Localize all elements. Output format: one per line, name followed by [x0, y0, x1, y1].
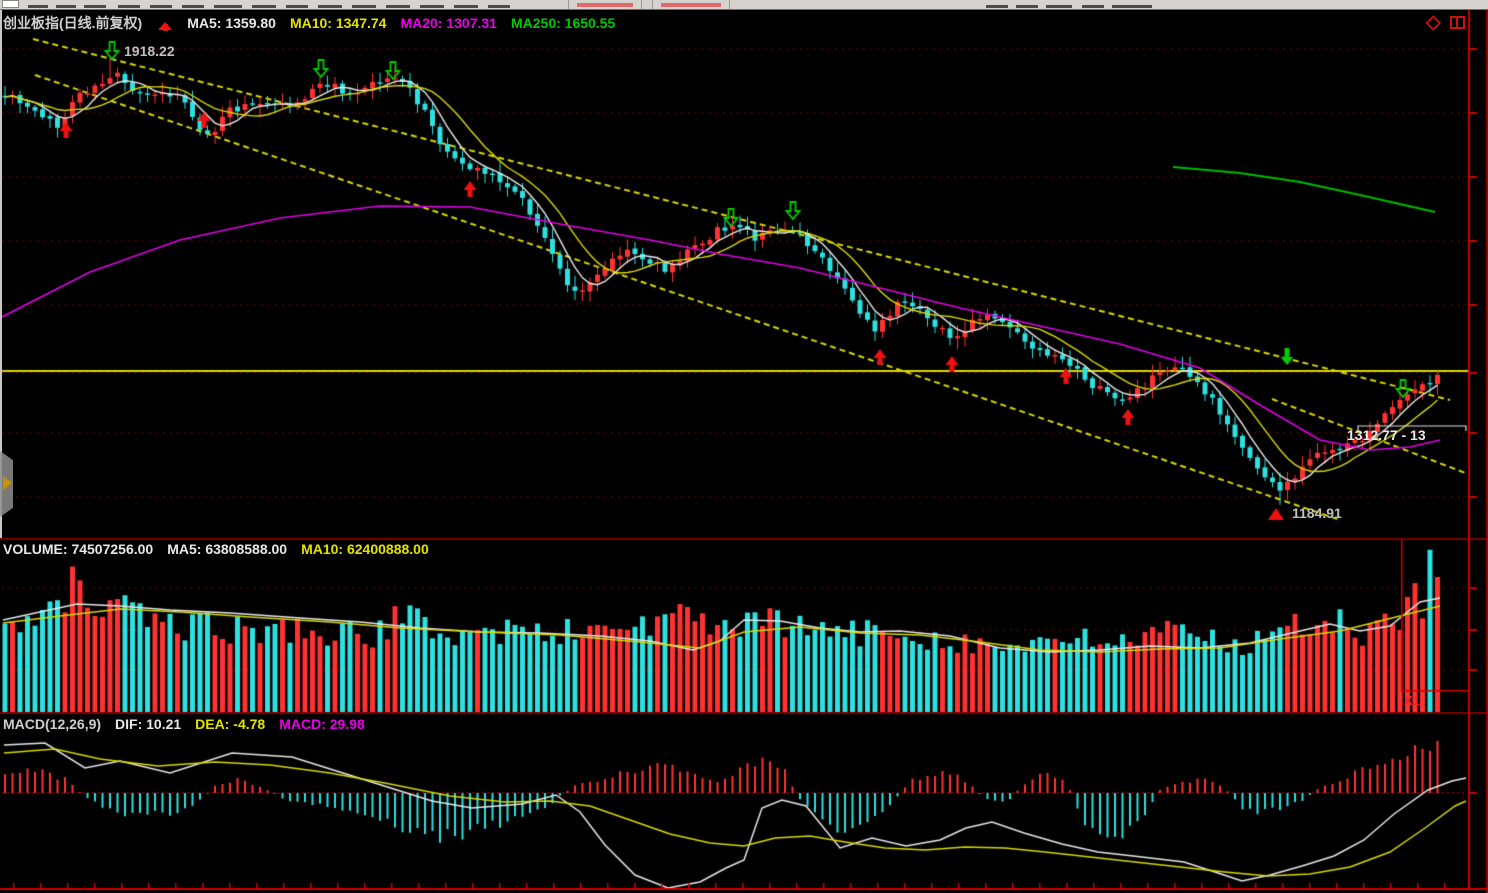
menubar-fragment [1112, 5, 1152, 8]
menubar-fragment [386, 5, 410, 8]
trading-app-window: 创业板指(日线.前复权) MA5: 1359.80 MA10: 1347.74 MA2… [0, 0, 1488, 893]
menubar-fragment [420, 5, 444, 8]
volume-ma5-value: MA5: 63808588.00 [167, 541, 287, 557]
volume-pane-header: VOLUME: 74507256.00 MA5: 63808588.00 MA10:… [3, 541, 443, 557]
menubar-fragment [84, 5, 106, 8]
menubar-fragment [252, 5, 276, 8]
toolbar-quote-button[interactable] [568, 0, 642, 9]
ma250-value: MA250: 1650.55 [511, 15, 615, 31]
menubar-fragment [1016, 5, 1038, 8]
main-chart-header: 创业板指(日线.前复权) MA5: 1359.80 MA10: 1347.74 MA2… [3, 13, 629, 33]
ma20-value: MA20: 1307.31 [400, 15, 497, 31]
volume-scale-label: X1 [1404, 693, 1420, 708]
macd-pane-header: MACD(12,26,9) DIF: 10.21 DEA: -4.78 MACD: 2… [3, 716, 379, 732]
menubar-fragment [214, 5, 242, 8]
symbol-title: 创业板指(日线.前复权) [3, 15, 142, 31]
dea-value: DEA: -4.78 [195, 716, 265, 732]
peak-price-label: 1918.22 [124, 43, 175, 59]
sidebar-expand-handle[interactable] [0, 451, 13, 517]
expand-arrow-icon [3, 476, 12, 490]
toolbar-quote-button[interactable] [652, 0, 730, 9]
up-arrow-icon [158, 15, 173, 31]
menubar-fragment [986, 5, 1008, 8]
app-window-icon [2, 0, 19, 8]
menubar-fragment [488, 5, 510, 8]
low-price-label: 1184.91 [1292, 505, 1342, 521]
menubar-fragment [56, 5, 76, 8]
ma5-value: MA5: 1359.80 [187, 15, 276, 31]
menubar-fragment [118, 5, 140, 8]
split-window-icon[interactable] [1450, 16, 1465, 29]
ma10-value: MA10: 1347.74 [290, 15, 387, 31]
menubar-fragment [286, 5, 308, 8]
macd-name: MACD(12,26,9) [3, 716, 101, 732]
macd-value: MACD: 29.98 [279, 716, 365, 732]
menubar-fragment [28, 5, 48, 8]
menubar-fragment [352, 5, 376, 8]
diamond-tool-icon[interactable]: ◇ [1426, 13, 1441, 32]
price-range-label: 1312.77 - 13 [1347, 427, 1465, 443]
menubar-fragment [150, 5, 172, 8]
chart-canvas[interactable] [0, 0, 1488, 893]
menubar-fragment [454, 5, 478, 8]
volume-value: VOLUME: 74507256.00 [3, 541, 153, 557]
menubar-fragment [1082, 5, 1104, 8]
menubar-fragment [1046, 5, 1072, 8]
menubar-fragment [182, 5, 204, 8]
menubar-fragment [318, 5, 342, 8]
top-menubar[interactable] [0, 0, 1488, 10]
volume-ma10-value: MA10: 62400888.00 [301, 541, 429, 557]
dif-value: DIF: 10.21 [115, 716, 181, 732]
